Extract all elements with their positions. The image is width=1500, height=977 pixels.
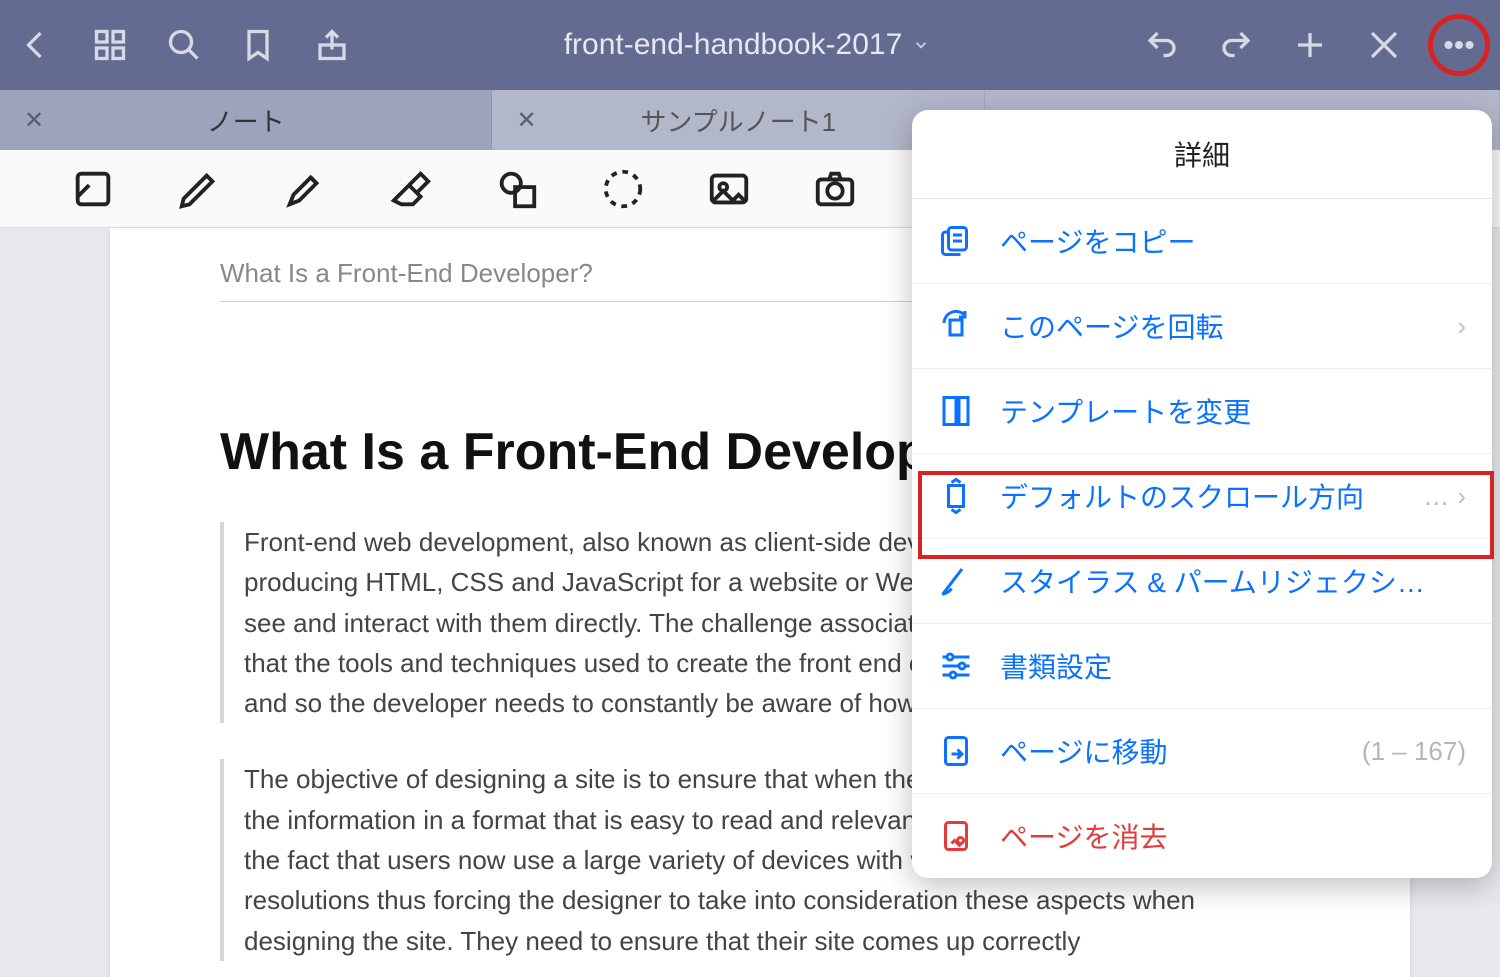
menu-item-trailer: …› [1423,481,1466,512]
add-icon[interactable] [1292,27,1328,63]
menu-item-label: ページに移動 [1000,731,1167,771]
page-tool-icon[interactable] [70,166,116,212]
search-icon[interactable] [166,27,202,63]
menu-item-label: テンプレートを変更 [1000,391,1251,431]
pen-tool-icon[interactable] [176,166,222,212]
tab-label: サンプルノート1 [640,102,836,139]
menu-item-rotate-page[interactable]: このページを回転 › [912,284,1492,369]
menu-item-label: 書類設定 [1000,646,1112,686]
menu-item-label: デフォルトのスクロール方向 [1000,476,1364,516]
lasso-tool-icon[interactable] [600,166,646,212]
menu-item-go-to-page[interactable]: ページに移動 (1 – 167) [912,709,1492,794]
eraser-tool-icon[interactable] [388,166,434,212]
menu-item-change-template[interactable]: テンプレートを変更 [912,369,1492,454]
tab-label: ノート [207,102,285,139]
menu-item-clear-page[interactable]: ページを消去 [912,794,1492,878]
tab-note[interactable]: ✕ ノート [0,90,492,150]
menu-item-label: スタイラス & パームリジェクシ… [1000,561,1425,601]
settings-sliders-icon [938,648,974,684]
menu-item-label: ページをコピー [1000,221,1195,261]
details-menu: 詳細 ページをコピー このページを回転 › テンプレートを変更 デフォルトのスク… [912,110,1492,878]
close-tab-icon[interactable]: ✕ [24,106,44,135]
back-button[interactable] [18,27,54,63]
more-button-highlight [1428,14,1490,76]
highlighter-tool-icon[interactable] [282,166,328,212]
undo-icon[interactable] [1144,27,1180,63]
rotate-icon [938,308,974,344]
menu-item-trailer: (1 – 167) [1362,736,1466,767]
menu-item-copy-page[interactable]: ページをコピー [912,199,1492,284]
more-button[interactable] [1441,27,1477,63]
shapes-tool-icon[interactable] [494,166,540,212]
menu-item-label: このページを回転 [1000,306,1223,346]
menu-title: 詳細 [912,110,1492,199]
camera-tool-icon[interactable] [812,166,858,212]
close-tab-icon[interactable]: ✕ [516,106,536,135]
menu-item-document-settings[interactable]: 書類設定 [912,624,1492,709]
chevron-right-icon: › [1457,311,1466,342]
document-title-dropdown[interactable]: front-end-handbook-2017 [350,28,1144,62]
redo-icon[interactable] [1218,27,1254,63]
copy-page-icon [938,223,974,259]
menu-item-label: ページを消去 [1000,816,1167,856]
stylus-icon [938,563,974,599]
document-title: front-end-handbook-2017 [564,28,903,62]
grid-view-icon[interactable] [92,27,128,63]
menu-item-stylus-palm[interactable]: スタイラス & パームリジェクシ… [912,539,1492,624]
clear-page-icon [938,818,974,854]
template-icon [938,393,974,429]
scroll-direction-icon [938,478,974,514]
bookmark-icon[interactable] [240,27,276,63]
menu-item-scroll-direction[interactable]: デフォルトのスクロール方向 …› [912,454,1492,539]
chevron-down-icon [912,36,930,54]
goto-page-icon [938,733,974,769]
share-icon[interactable] [314,27,350,63]
image-tool-icon[interactable] [706,166,752,212]
scissors-icon[interactable] [1366,27,1402,63]
